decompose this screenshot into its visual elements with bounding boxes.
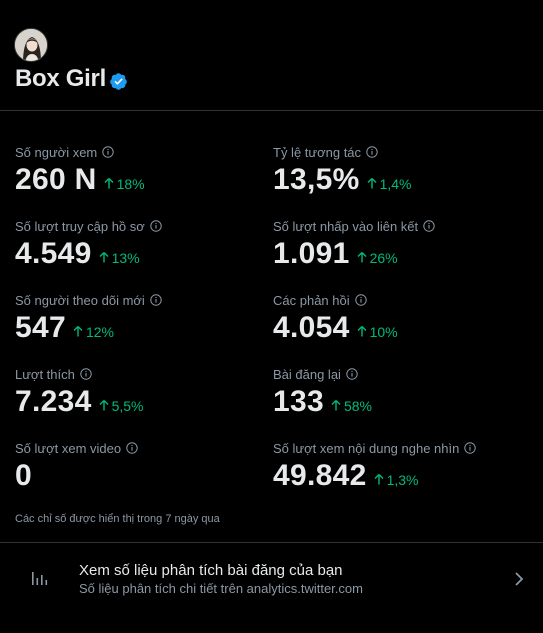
chevron-right-icon bbox=[515, 572, 524, 586]
metric-label: Số người theo dõi mới bbox=[15, 292, 145, 308]
metric-label: Số lượt truy cập hồ sơ bbox=[15, 218, 145, 234]
metric-label: Tỷ lệ tương tác bbox=[273, 144, 362, 160]
analytics-link-subtitle: Số liệu phân tích chi tiết trên analytic… bbox=[79, 581, 363, 596]
metric-delta: 58% bbox=[331, 398, 372, 414]
metric-engagement-rate: Tỷ lệ tương tác 13,5% 1,4% bbox=[273, 143, 523, 201]
metric-delta-value: 1,3% bbox=[386, 471, 419, 488]
info-icon[interactable] bbox=[102, 146, 114, 158]
metric-value: 1.091 bbox=[273, 237, 350, 270]
arrow-up-icon bbox=[99, 400, 109, 411]
info-icon[interactable] bbox=[423, 220, 435, 232]
metric-viewers: Số người xem 260 N 18% bbox=[15, 143, 265, 201]
metric-new-followers: Số người theo dõi mới 547 12% bbox=[15, 291, 265, 349]
metric-value: 260 N bbox=[15, 163, 97, 196]
metric-delta: 1,4% bbox=[367, 176, 412, 192]
metric-label: Số người xem bbox=[15, 144, 98, 160]
metric-delta: 1,3% bbox=[374, 471, 419, 488]
arrow-up-icon bbox=[374, 474, 384, 485]
arrow-up-icon bbox=[331, 400, 341, 411]
metric-delta: 13% bbox=[99, 250, 140, 266]
display-name-row: Box Girl bbox=[15, 63, 128, 95]
metric-media-views: Số lượt xem nội dung nghe nhìn 49.842 1,… bbox=[273, 439, 538, 497]
analytics-link-title: Xem số liệu phân tích bài đăng của bạn bbox=[79, 562, 343, 579]
metric-label: Các phản hồi bbox=[273, 292, 350, 308]
metric-delta-value: 5,5% bbox=[111, 397, 144, 414]
metric-delta-value: 12% bbox=[85, 323, 114, 340]
metric-likes: Lượt thích 7.234 5,5% bbox=[15, 365, 265, 423]
profile-header: Box Girl bbox=[0, 0, 543, 111]
metric-reposts: Bài đăng lại 133 58% bbox=[273, 365, 523, 423]
info-icon[interactable] bbox=[150, 220, 162, 232]
metric-value: 4.549 bbox=[15, 237, 92, 270]
view-post-analytics-link[interactable]: Xem số liệu phân tích bài đăng của bạn S… bbox=[0, 543, 543, 633]
metric-value: 4.054 bbox=[273, 311, 350, 344]
bar-chart-icon bbox=[32, 572, 48, 585]
display-name[interactable]: Box Girl bbox=[15, 65, 106, 93]
metric-value: 7.234 bbox=[15, 385, 92, 418]
metric-label: Lượt thích bbox=[15, 366, 75, 382]
arrow-up-icon bbox=[357, 326, 367, 337]
metric-value: 0 bbox=[15, 459, 32, 492]
info-icon[interactable] bbox=[354, 294, 367, 306]
metric-delta: 12% bbox=[73, 324, 114, 340]
arrow-up-icon bbox=[104, 178, 114, 189]
metric-label: Số lượt nhấp vào liên kết bbox=[273, 218, 419, 234]
metric-delta: 10% bbox=[357, 324, 398, 340]
metric-profile-visits: Số lượt truy cập hồ sơ 4.549 13% bbox=[15, 217, 265, 275]
info-icon[interactable] bbox=[346, 368, 358, 380]
metric-delta-value: 1,4% bbox=[379, 175, 412, 192]
metric-value: 547 bbox=[15, 311, 66, 344]
metric-delta: 18% bbox=[104, 176, 145, 192]
info-icon[interactable] bbox=[464, 442, 477, 454]
metric-value: 133 bbox=[273, 385, 324, 418]
metric-delta-value: 58% bbox=[343, 397, 372, 414]
info-icon[interactable] bbox=[366, 146, 378, 158]
arrow-up-icon bbox=[73, 326, 83, 337]
info-icon[interactable] bbox=[80, 368, 92, 380]
metric-label: Số lượt xem nội dung nghe nhìn bbox=[273, 440, 460, 456]
info-icon[interactable] bbox=[126, 442, 138, 454]
metrics-period-note: Các chỉ số được hiển thị trong 7 ngày qu… bbox=[15, 513, 220, 525]
avatar-image bbox=[15, 29, 47, 61]
arrow-up-icon bbox=[99, 252, 109, 263]
metric-label: Bài đăng lại bbox=[273, 366, 341, 382]
metric-delta: 5,5% bbox=[99, 398, 144, 414]
avatar[interactable] bbox=[14, 28, 48, 62]
metric-delta-value: 10% bbox=[369, 323, 398, 340]
arrow-up-icon bbox=[357, 252, 367, 263]
metric-delta-value: 26% bbox=[369, 249, 398, 266]
metric-value: 13,5% bbox=[273, 163, 360, 196]
metric-delta: 26% bbox=[357, 250, 398, 266]
info-icon[interactable] bbox=[150, 294, 162, 306]
metric-video-views: Số lượt xem video 0 bbox=[15, 439, 265, 497]
verified-badge-icon bbox=[109, 72, 128, 91]
metric-value: 49.842 bbox=[273, 459, 367, 492]
metric-link-clicks: Số lượt nhấp vào liên kết 1.091 26% bbox=[273, 217, 523, 275]
metric-delta-value: 13% bbox=[111, 249, 140, 266]
metric-delta-value: 18% bbox=[116, 175, 145, 192]
metric-replies: Các phản hồi 4.054 10% bbox=[273, 291, 523, 349]
metric-label: Số lượt xem video bbox=[15, 440, 122, 456]
arrow-up-icon bbox=[367, 178, 377, 189]
